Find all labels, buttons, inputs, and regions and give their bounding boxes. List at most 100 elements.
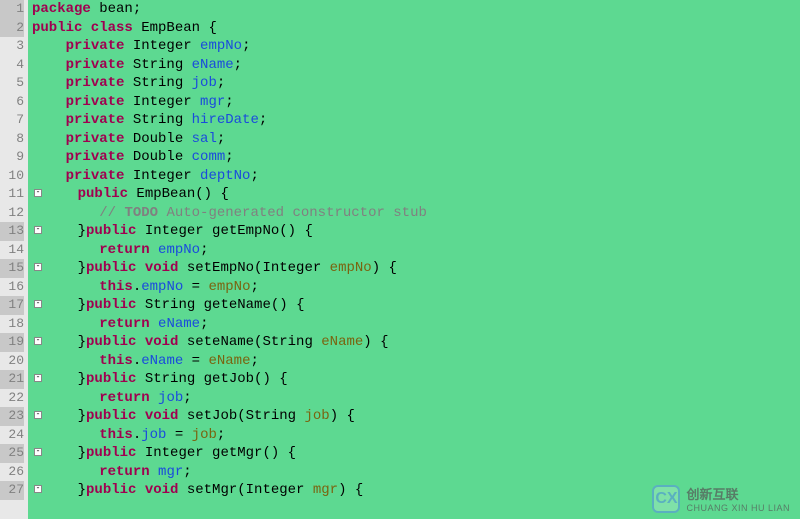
token-str: ; (250, 168, 258, 184)
token-str: String (124, 112, 191, 128)
code-line[interactable]: private Integer deptNo; (32, 167, 800, 186)
code-content[interactable]: package bean;public class EmpBean { priv… (28, 0, 800, 519)
token-kw: public (86, 371, 136, 387)
token-ident: comm (192, 149, 226, 165)
code-line[interactable]: // TODO Auto-generated constructor stub (32, 204, 800, 223)
watermark-text: 创新互联 CHUANG XIN HU LIAN (686, 484, 790, 513)
fold-icon[interactable]: - (34, 263, 42, 271)
token-str: . (133, 353, 141, 369)
token-ident: deptNo (200, 168, 250, 184)
code-line[interactable]: return mgr; (32, 463, 800, 482)
code-editor: 1234567891011121314151617181920212223242… (0, 0, 800, 519)
token-str: setMgr(Integer (178, 482, 312, 498)
fold-icon[interactable]: - (34, 374, 42, 382)
fold-icon[interactable]: - (34, 337, 42, 345)
code-line[interactable]: private Integer mgr; (32, 93, 800, 112)
token-kw: return (99, 316, 149, 332)
fold-icon[interactable]: - (34, 448, 42, 456)
token-ident: eName (192, 57, 234, 73)
watermark: CX 创新互联 CHUANG XIN HU LIAN (652, 484, 790, 513)
code-line[interactable]: return job; (32, 389, 800, 408)
token-str: } (78, 223, 86, 239)
line-number: 21 (0, 370, 24, 389)
token-str: ; (183, 390, 191, 406)
token-str: String (124, 57, 191, 73)
line-number: 15 (0, 259, 24, 278)
token-str: ; (217, 75, 225, 91)
token-str: Integer (124, 38, 200, 54)
code-line[interactable]: private String hireDate; (32, 111, 800, 130)
token-kw: public (86, 223, 136, 239)
code-line[interactable]: - }public void seteName(String eName) { (32, 333, 800, 352)
token-kw: private (66, 168, 125, 184)
code-line[interactable]: - }public String geteName() { (32, 296, 800, 315)
code-line[interactable]: private Integer empNo; (32, 37, 800, 56)
fold-icon[interactable]: - (34, 300, 42, 308)
token-kw: public (78, 186, 128, 202)
token-str: String geteName() { (136, 297, 304, 313)
code-line[interactable]: public class EmpBean { (32, 19, 800, 38)
token-comment: // (99, 205, 124, 221)
token-str: Integer (124, 168, 200, 184)
line-number: 22 (0, 389, 24, 408)
fold-icon[interactable]: - (34, 189, 42, 197)
token-kw: return (99, 464, 149, 480)
token-str: } (78, 260, 86, 276)
token-str: String (124, 75, 191, 91)
code-line[interactable]: private String job; (32, 74, 800, 93)
fold-icon[interactable]: - (34, 226, 42, 234)
token-str: = (183, 279, 208, 295)
line-number: 3 (0, 37, 24, 56)
code-line[interactable]: package bean; (32, 0, 800, 19)
token-kw: public void (86, 260, 178, 276)
line-number: 9 (0, 148, 24, 167)
code-line[interactable]: return eName; (32, 315, 800, 334)
token-todo: TODO (124, 205, 158, 221)
token-param: mgr (313, 482, 338, 498)
line-gutter: 1234567891011121314151617181920212223242… (0, 0, 28, 519)
token-kw: private (66, 57, 125, 73)
line-number: 11 (0, 185, 24, 204)
token-str: seteName(String (178, 334, 321, 350)
code-line[interactable]: - }public Integer getMgr() { (32, 444, 800, 463)
fold-icon[interactable]: - (34, 485, 42, 493)
token-param: eName (321, 334, 363, 350)
code-line[interactable]: private String eName; (32, 56, 800, 75)
fold-icon[interactable]: - (34, 411, 42, 419)
code-line[interactable]: - public EmpBean() { (32, 185, 800, 204)
token-str (150, 242, 158, 258)
code-line[interactable]: this.empNo = empNo; (32, 278, 800, 297)
code-line[interactable]: - }public void setEmpNo(Integer empNo) { (32, 259, 800, 278)
line-number: 26 (0, 463, 24, 482)
token-str: setJob(String (178, 408, 304, 424)
code-line[interactable]: this.eName = eName; (32, 352, 800, 371)
code-line[interactable]: this.job = job; (32, 426, 800, 445)
token-str: } (78, 445, 86, 461)
token-kw: private (66, 94, 125, 110)
token-kw: public void (86, 482, 178, 498)
token-ident: eName (158, 316, 200, 332)
code-line[interactable]: private Double sal; (32, 130, 800, 149)
token-ident: hireDate (192, 112, 259, 128)
token-kw: public void (86, 408, 178, 424)
token-kw: private (66, 131, 125, 147)
token-str: } (78, 371, 86, 387)
line-number: 4 (0, 56, 24, 75)
code-line[interactable]: - }public void setJob(String job) { (32, 407, 800, 426)
token-str: EmpBean { (133, 20, 217, 36)
line-number: 25 (0, 444, 24, 463)
line-number: 16 (0, 278, 24, 297)
code-line[interactable]: return empNo; (32, 241, 800, 260)
code-line[interactable]: - }public Integer getEmpNo() { (32, 222, 800, 241)
token-ident: empNo (200, 38, 242, 54)
line-number: 20 (0, 352, 24, 371)
code-line[interactable]: private Double comm; (32, 148, 800, 167)
token-param: empNo (330, 260, 372, 276)
token-str: = (183, 353, 208, 369)
token-ident: mgr (200, 94, 225, 110)
line-number: 27 (0, 481, 24, 500)
token-kw: public (86, 297, 136, 313)
token-str: } (78, 408, 86, 424)
token-str: ) { (372, 260, 397, 276)
code-line[interactable]: - }public String getJob() { (32, 370, 800, 389)
